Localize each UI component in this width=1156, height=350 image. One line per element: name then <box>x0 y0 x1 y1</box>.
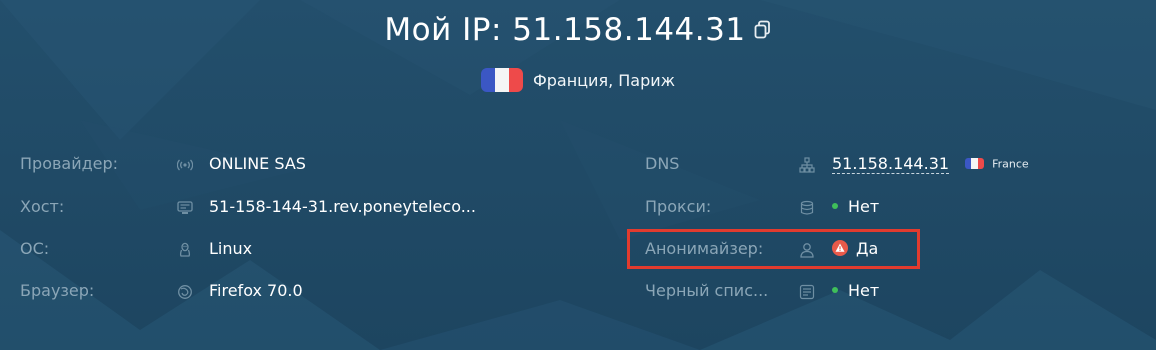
browser-row: Браузер: Firefox 70.0 <box>20 279 580 303</box>
proxy-value: Нет <box>848 197 880 216</box>
ip-title: Мой IP: 51.158.144.31 <box>0 8 1156 52</box>
dns-label: DNS <box>645 154 680 173</box>
dns-row: DNS 51.158.144.31 France <box>645 152 1125 176</box>
provider-row: Провайдер: ONLINE SAS <box>20 152 580 176</box>
blacklist-value-group: Нет <box>832 279 879 303</box>
browser-value: Firefox 70.0 <box>209 281 303 300</box>
os-row: ОС: Linux <box>20 237 580 261</box>
host-value: 51-158-144-31.rev.poneyteleco... <box>209 197 476 216</box>
host-label: Хост: <box>20 197 65 216</box>
host-row: Хост: 51-158-144-31.rev.poneyteleco... <box>20 195 580 219</box>
dns-country: France <box>992 157 1029 171</box>
proxy-row: Прокси: Нет <box>645 195 1125 219</box>
server-icon <box>177 199 193 215</box>
status-ok-dot <box>832 203 838 209</box>
browser-label: Браузер: <box>20 281 95 300</box>
provider-value: ONLINE SAS <box>209 154 306 173</box>
blacklist-row: Черный спис... Нет <box>645 279 1125 303</box>
browser-icon <box>177 283 193 299</box>
anonymizer-highlight-box <box>627 229 920 269</box>
dns-value[interactable]: 51.158.144.31 <box>832 154 950 174</box>
copy-icon[interactable] <box>754 8 772 52</box>
proxy-label: Прокси: <box>645 197 712 216</box>
location-text: Франция, Париж <box>532 71 676 90</box>
blacklist-value: Нет <box>848 281 880 300</box>
list-icon <box>799 283 815 300</box>
proxy-value-group: Нет <box>832 195 879 219</box>
os-value: Linux <box>209 239 253 258</box>
ip-title-text: Мой IP: 51.158.144.31 <box>384 12 746 48</box>
os-label: ОС: <box>20 239 50 258</box>
linux-icon <box>177 241 193 257</box>
database-icon <box>799 199 815 215</box>
dns-value-group: 51.158.144.31 France <box>832 152 1029 177</box>
france-flag-small-icon <box>965 157 985 169</box>
network-icon <box>799 156 815 173</box>
blacklist-label: Черный спис... <box>645 281 769 300</box>
signal-icon <box>176 156 194 172</box>
status-ok-dot <box>832 287 838 293</box>
provider-label: Провайдер: <box>20 154 119 173</box>
france-flag-icon <box>480 68 523 92</box>
location: Франция, Париж <box>0 68 1156 94</box>
